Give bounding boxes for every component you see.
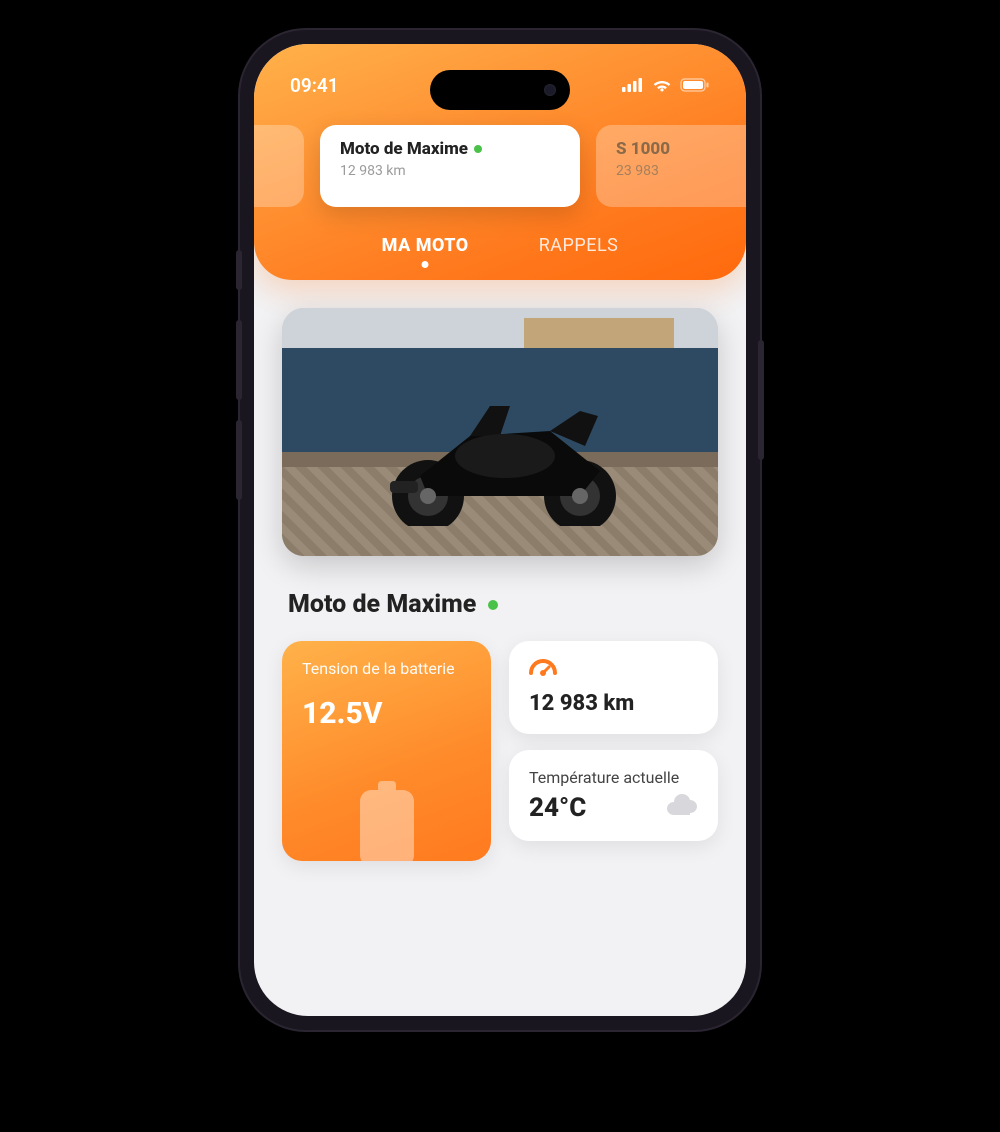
- cloud-icon: [662, 793, 698, 823]
- vehicle-name: Moto de Maxime: [340, 139, 468, 159]
- vehicle-card-prev[interactable]: [254, 125, 304, 207]
- side-button-silence: [236, 250, 242, 290]
- gauge-icon: [529, 659, 557, 683]
- status-dot-icon: [488, 600, 498, 610]
- battery-shape-icon: [342, 781, 432, 861]
- side-button-volume-up: [236, 320, 242, 400]
- widget-label: Tension de la batterie: [302, 659, 471, 680]
- odometer-widget[interactable]: 12 983 km: [509, 641, 718, 734]
- tab-my-moto[interactable]: MA MOTO: [382, 235, 469, 256]
- screen: 09:41 Moto de Maxime: [254, 44, 746, 1016]
- vehicle-card-active[interactable]: Moto de Maxime 12 983 km: [320, 125, 580, 207]
- section-title-text: Moto de Maxime: [288, 590, 476, 619]
- widgets-grid: Tension de la batterie 12.5V: [282, 641, 718, 861]
- dynamic-island: [430, 70, 570, 110]
- vehicle-odometer-next: 23 983: [616, 163, 746, 179]
- battery-voltage-widget[interactable]: Tension de la batterie 12.5V: [282, 641, 491, 861]
- motorcycle-photo[interactable]: [282, 308, 718, 556]
- odometer-value: 12 983 km: [529, 691, 698, 716]
- main-content: Moto de Maxime Tension de la batterie 12…: [254, 280, 746, 861]
- status-time: 09:41: [290, 74, 339, 97]
- tab-bar: MA MOTO RAPPELS: [254, 235, 746, 256]
- tab-label: MA MOTO: [382, 235, 469, 256]
- battery-voltage-value: 12.5V: [302, 696, 471, 731]
- vehicle-odometer: 12 983 km: [340, 163, 560, 179]
- side-button-volume-down: [236, 420, 242, 500]
- temperature-widget[interactable]: Température actuelle 24°C: [509, 750, 718, 841]
- tab-label: RAPPELS: [539, 235, 619, 256]
- wifi-icon: [652, 74, 672, 97]
- vehicle-name-next: S 1000: [616, 139, 746, 159]
- cellular-icon: [622, 74, 644, 97]
- battery-icon: [680, 74, 710, 97]
- motorcycle-icon: [350, 376, 650, 526]
- temperature-value: 24°C: [529, 793, 586, 823]
- section-title: Moto de Maxime: [288, 590, 718, 619]
- phone-frame: 09:41 Moto de Maxime: [240, 30, 760, 1030]
- side-button-power: [758, 340, 764, 460]
- vehicle-carousel[interactable]: Moto de Maxime 12 983 km S 1000 23 983: [254, 117, 746, 235]
- tab-reminders[interactable]: RAPPELS: [539, 235, 619, 256]
- status-dot-icon: [474, 145, 482, 153]
- vehicle-card-next[interactable]: S 1000 23 983: [596, 125, 746, 207]
- widget-label: Température actuelle: [529, 768, 698, 787]
